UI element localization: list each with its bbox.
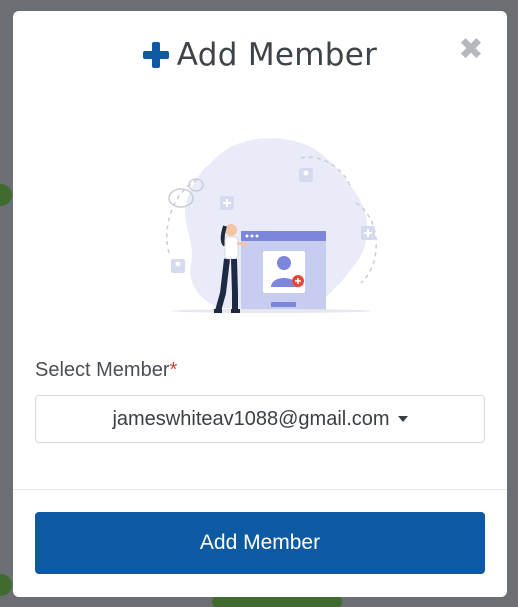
member-select-value: jameswhiteav1088@gmail.com: [112, 407, 390, 430]
modal-title: Add Member: [142, 37, 378, 73]
background-avatar: [0, 574, 12, 596]
close-icon[interactable]: ✖: [457, 35, 485, 65]
modal-title-text: Add Member: [176, 37, 378, 73]
add-member-modal: Add Member ✖ Select Member* jameswhiteav…: [13, 11, 507, 597]
add-member-button[interactable]: Add Member: [35, 512, 485, 574]
footer-divider: [13, 489, 507, 490]
add-user-illustration: [166, 138, 377, 313]
select-member-label: Select Member*: [35, 359, 178, 381]
modal-header: Add Member ✖: [13, 11, 507, 103]
required-marker: *: [169, 359, 178, 381]
background-avatar: [0, 184, 12, 206]
member-select[interactable]: jameswhiteav1088@gmail.com: [35, 395, 485, 443]
plus-icon: [142, 42, 169, 68]
chevron-down-icon: [397, 416, 408, 422]
